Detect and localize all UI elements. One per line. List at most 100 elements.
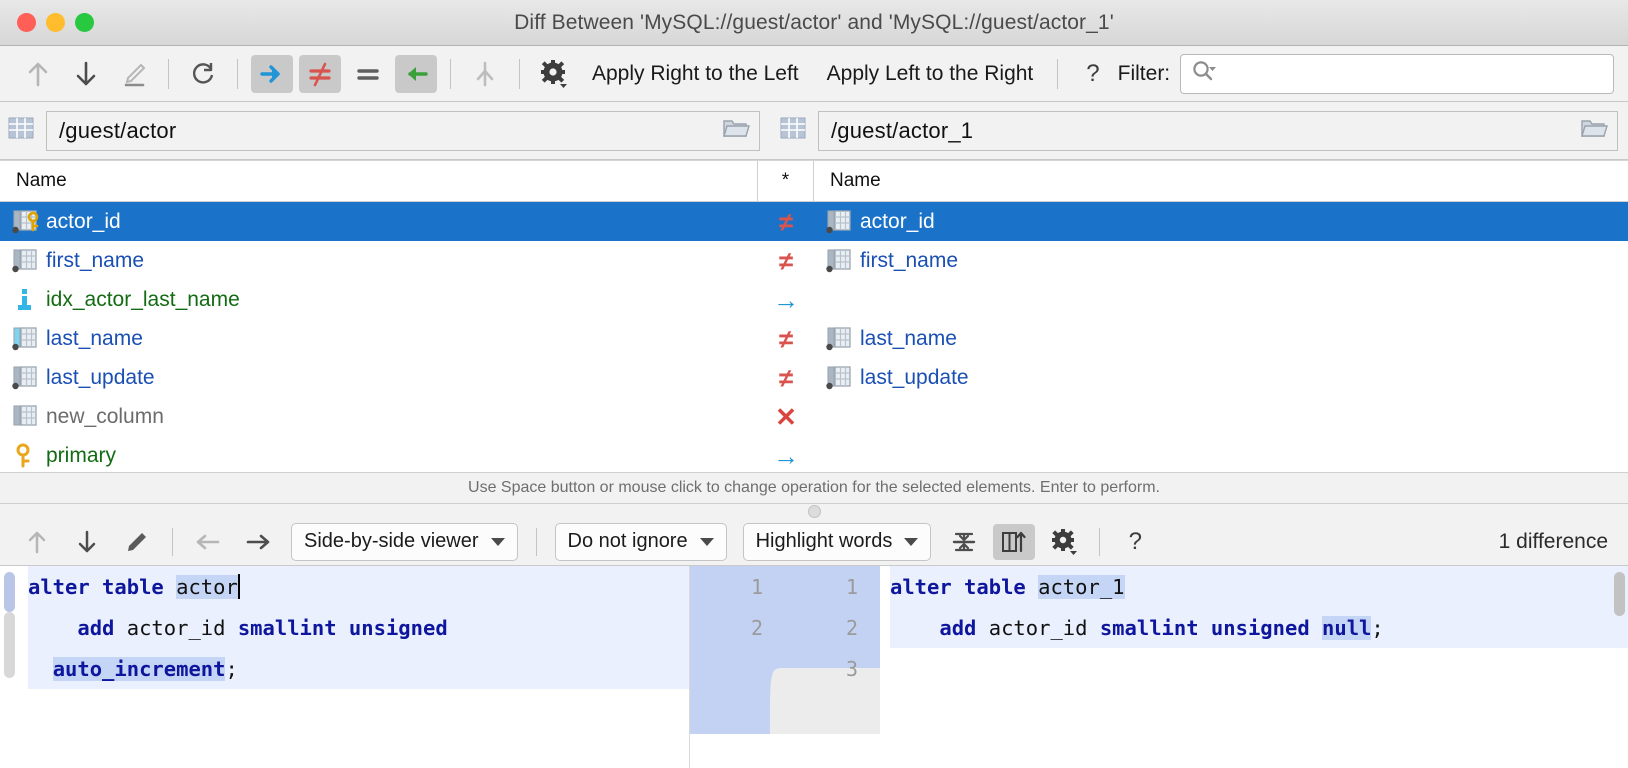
operation-arrow-icon[interactable]: → [773, 443, 799, 469]
gear-icon[interactable] [1043, 524, 1085, 560]
row-right-cell[interactable]: actor_id [814, 208, 1628, 236]
arrow-left-icon[interactable] [187, 524, 229, 560]
code-line[interactable]: auto_increment; [28, 648, 689, 689]
row-left-cell[interactable]: last_name [0, 325, 758, 353]
toolbar-separator [536, 528, 537, 556]
row-operation-cell[interactable]: → [758, 443, 814, 469]
maximize-button[interactable] [75, 13, 94, 32]
row-right-cell[interactable]: last_update [814, 364, 1628, 392]
pencil-icon[interactable] [116, 524, 158, 560]
toolbar-separator [519, 59, 520, 89]
right-code-pane[interactable]: alter table actor_1 add actor_id smallin… [880, 566, 1628, 768]
row-operation-cell[interactable]: ≠ [758, 365, 814, 391]
refresh-icon[interactable] [182, 55, 224, 93]
synchronize-scroll-icon[interactable] [993, 524, 1035, 560]
column-header-right-name[interactable]: Name [814, 161, 1628, 201]
arrow-down-icon[interactable] [66, 524, 108, 560]
operation-neq-icon[interactable]: ≠ [779, 248, 793, 274]
operation-cross-icon[interactable]: ✕ [775, 404, 797, 430]
collapse-unchanged-icon[interactable] [943, 524, 985, 560]
close-button[interactable] [17, 13, 36, 32]
arrow-up-icon[interactable] [16, 524, 58, 560]
row-operation-cell[interactable]: ≠ [758, 209, 814, 235]
column-icon-cyan [8, 325, 42, 353]
apply-left-to-right-button[interactable]: Apply Left to the Right [813, 62, 1048, 86]
code-line[interactable]: alter table actor [28, 566, 689, 607]
table-row[interactable]: last_update ≠ last_update [0, 358, 1628, 397]
splitter-knob[interactable] [808, 505, 821, 518]
not-equal-icon[interactable] [299, 55, 341, 93]
column-icon [822, 208, 856, 236]
operation-neq-icon[interactable]: ≠ [779, 209, 793, 235]
gutter-row: 22 [690, 607, 880, 648]
row-operation-cell[interactable]: ≠ [758, 248, 814, 274]
highlight-mode-dropdown[interactable]: Highlight words [743, 523, 932, 561]
column-header-left-name[interactable]: Name [0, 161, 758, 201]
row-operation-cell[interactable]: → [758, 287, 814, 313]
code-token: alter table [28, 575, 176, 599]
diff-help-button[interactable]: ? [1114, 524, 1156, 560]
code-token: add [890, 616, 989, 640]
filter-input[interactable] [1180, 54, 1614, 94]
help-button[interactable]: ? [1068, 60, 1117, 88]
code-token: smallint unsigned [1100, 616, 1322, 640]
row-right-name: first_name [860, 249, 958, 273]
table-row[interactable]: actor_id ≠ actor_id [0, 202, 1628, 241]
row-left-cell[interactable]: last_update [0, 364, 758, 392]
code-line[interactable]: add actor_id smallint unsigned null; [890, 607, 1628, 648]
pencil-icon[interactable] [113, 55, 155, 93]
row-left-cell[interactable]: new_column [0, 403, 758, 431]
filter-label: Filter: [1118, 62, 1171, 86]
arrow-left-green-icon[interactable] [395, 55, 437, 93]
operation-arrow-icon[interactable]: → [773, 287, 799, 313]
row-left-cell[interactable]: actor_id [0, 208, 758, 236]
table-row[interactable]: new_column ✕ [0, 397, 1628, 436]
viewer-mode-dropdown[interactable]: Side-by-side viewer [291, 523, 518, 561]
code-token: add [28, 616, 127, 640]
row-operation-cell[interactable]: ≠ [758, 326, 814, 352]
left-code-pane[interactable]: alter table actor add actor_id smallint … [0, 566, 690, 768]
table-row[interactable]: first_name ≠ first_name [0, 241, 1628, 280]
operation-neq-icon[interactable]: ≠ [779, 326, 793, 352]
code-line[interactable]: alter table actor_1 [890, 566, 1628, 607]
column-icon [822, 364, 856, 392]
merge-icon[interactable] [464, 55, 506, 93]
arrow-down-icon[interactable] [65, 55, 107, 93]
right-path-field[interactable]: /guest/actor_1 [818, 111, 1618, 151]
right-vertical-scrollbar[interactable] [1614, 572, 1625, 616]
apply-right-to-left-button[interactable]: Apply Right to the Left [578, 62, 813, 86]
operation-neq-icon[interactable]: ≠ [779, 365, 793, 391]
arrow-up-icon[interactable] [17, 55, 59, 93]
table-row[interactable]: primary → [0, 436, 1628, 472]
row-operation-cell[interactable]: ✕ [758, 404, 814, 430]
code-line[interactable]: add actor_id smallint unsigned [28, 607, 689, 648]
table-row[interactable]: idx_actor_last_name → [0, 280, 1628, 319]
left-path-area: /guest/actor [0, 102, 768, 159]
gear-icon[interactable] [533, 55, 575, 93]
row-right-cell[interactable]: last_name [814, 325, 1628, 353]
ignore-mode-dropdown[interactable]: Do not ignore [555, 523, 727, 561]
table-row[interactable]: last_name ≠ last_name [0, 319, 1628, 358]
minimize-button[interactable] [46, 13, 65, 32]
code-diff-area: alter table actor add actor_id smallint … [0, 566, 1628, 768]
row-right-cell[interactable]: first_name [814, 247, 1628, 275]
index-icon [8, 286, 42, 314]
folder-icon[interactable] [1579, 115, 1609, 146]
column-header-operation[interactable]: * [758, 161, 814, 201]
row-right-name: last_name [860, 327, 957, 351]
arrow-right-blue-icon[interactable] [251, 55, 293, 93]
code-token: actor_1 [1038, 575, 1124, 599]
arrow-right-icon[interactable] [237, 524, 279, 560]
column-key-icon [8, 208, 42, 236]
diff-window: Diff Between 'MySQL://guest/actor' and '… [0, 0, 1628, 768]
folder-icon[interactable] [721, 115, 751, 146]
row-left-cell[interactable]: first_name [0, 247, 758, 275]
splitter-handle[interactable] [0, 504, 1628, 518]
diff-gutter: 11223 [690, 566, 880, 768]
equals-icon[interactable] [347, 55, 389, 93]
left-path-field[interactable]: /guest/actor [46, 111, 760, 151]
row-left-cell[interactable]: primary [0, 442, 758, 470]
row-left-cell[interactable]: idx_actor_last_name [0, 286, 758, 314]
diff-tree[interactable]: actor_id ≠ actor_id first_name ≠ first_nam… [0, 202, 1628, 472]
code-token: alter table [890, 575, 1038, 599]
